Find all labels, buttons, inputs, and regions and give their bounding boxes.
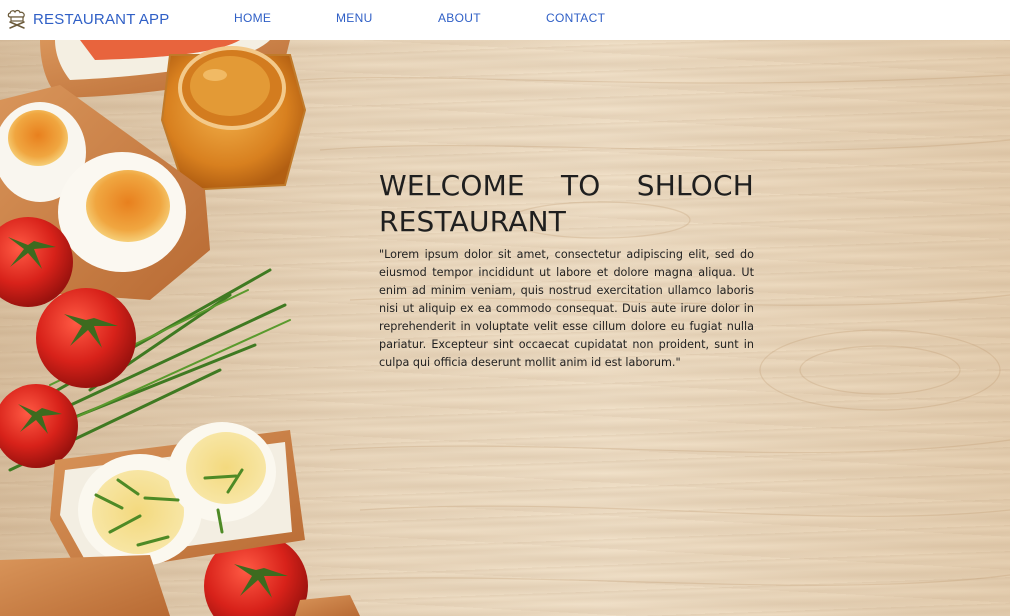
chef-hat-icon: [6, 8, 28, 30]
page: RESTAURANT APP HOME MENU ABOUT CONTACT W…: [0, 0, 1010, 616]
welcome-title: WELCOME TO SHLOCH RESTAURANT: [379, 169, 754, 238]
brand-name: RESTAURANT APP: [33, 10, 170, 28]
nav-home-link[interactable]: HOME: [234, 11, 271, 25]
hero-section: WELCOME TO SHLOCH RESTAURANT "Lorem ipsu…: [0, 40, 1010, 616]
brand-link[interactable]: RESTAURANT APP: [6, 8, 169, 30]
top-navbar: RESTAURANT APP HOME MENU ABOUT CONTACT: [0, 0, 1010, 40]
nav-menu-link[interactable]: MENU: [336, 11, 373, 25]
welcome-description: "Lorem ipsum dolor sit amet, consectetur…: [379, 248, 754, 369]
nav-contact-link[interactable]: CONTACT: [546, 11, 605, 25]
nav-about-link[interactable]: ABOUT: [438, 11, 481, 25]
welcome-block: WELCOME TO SHLOCH RESTAURANT "Lorem ipsu…: [379, 168, 754, 372]
